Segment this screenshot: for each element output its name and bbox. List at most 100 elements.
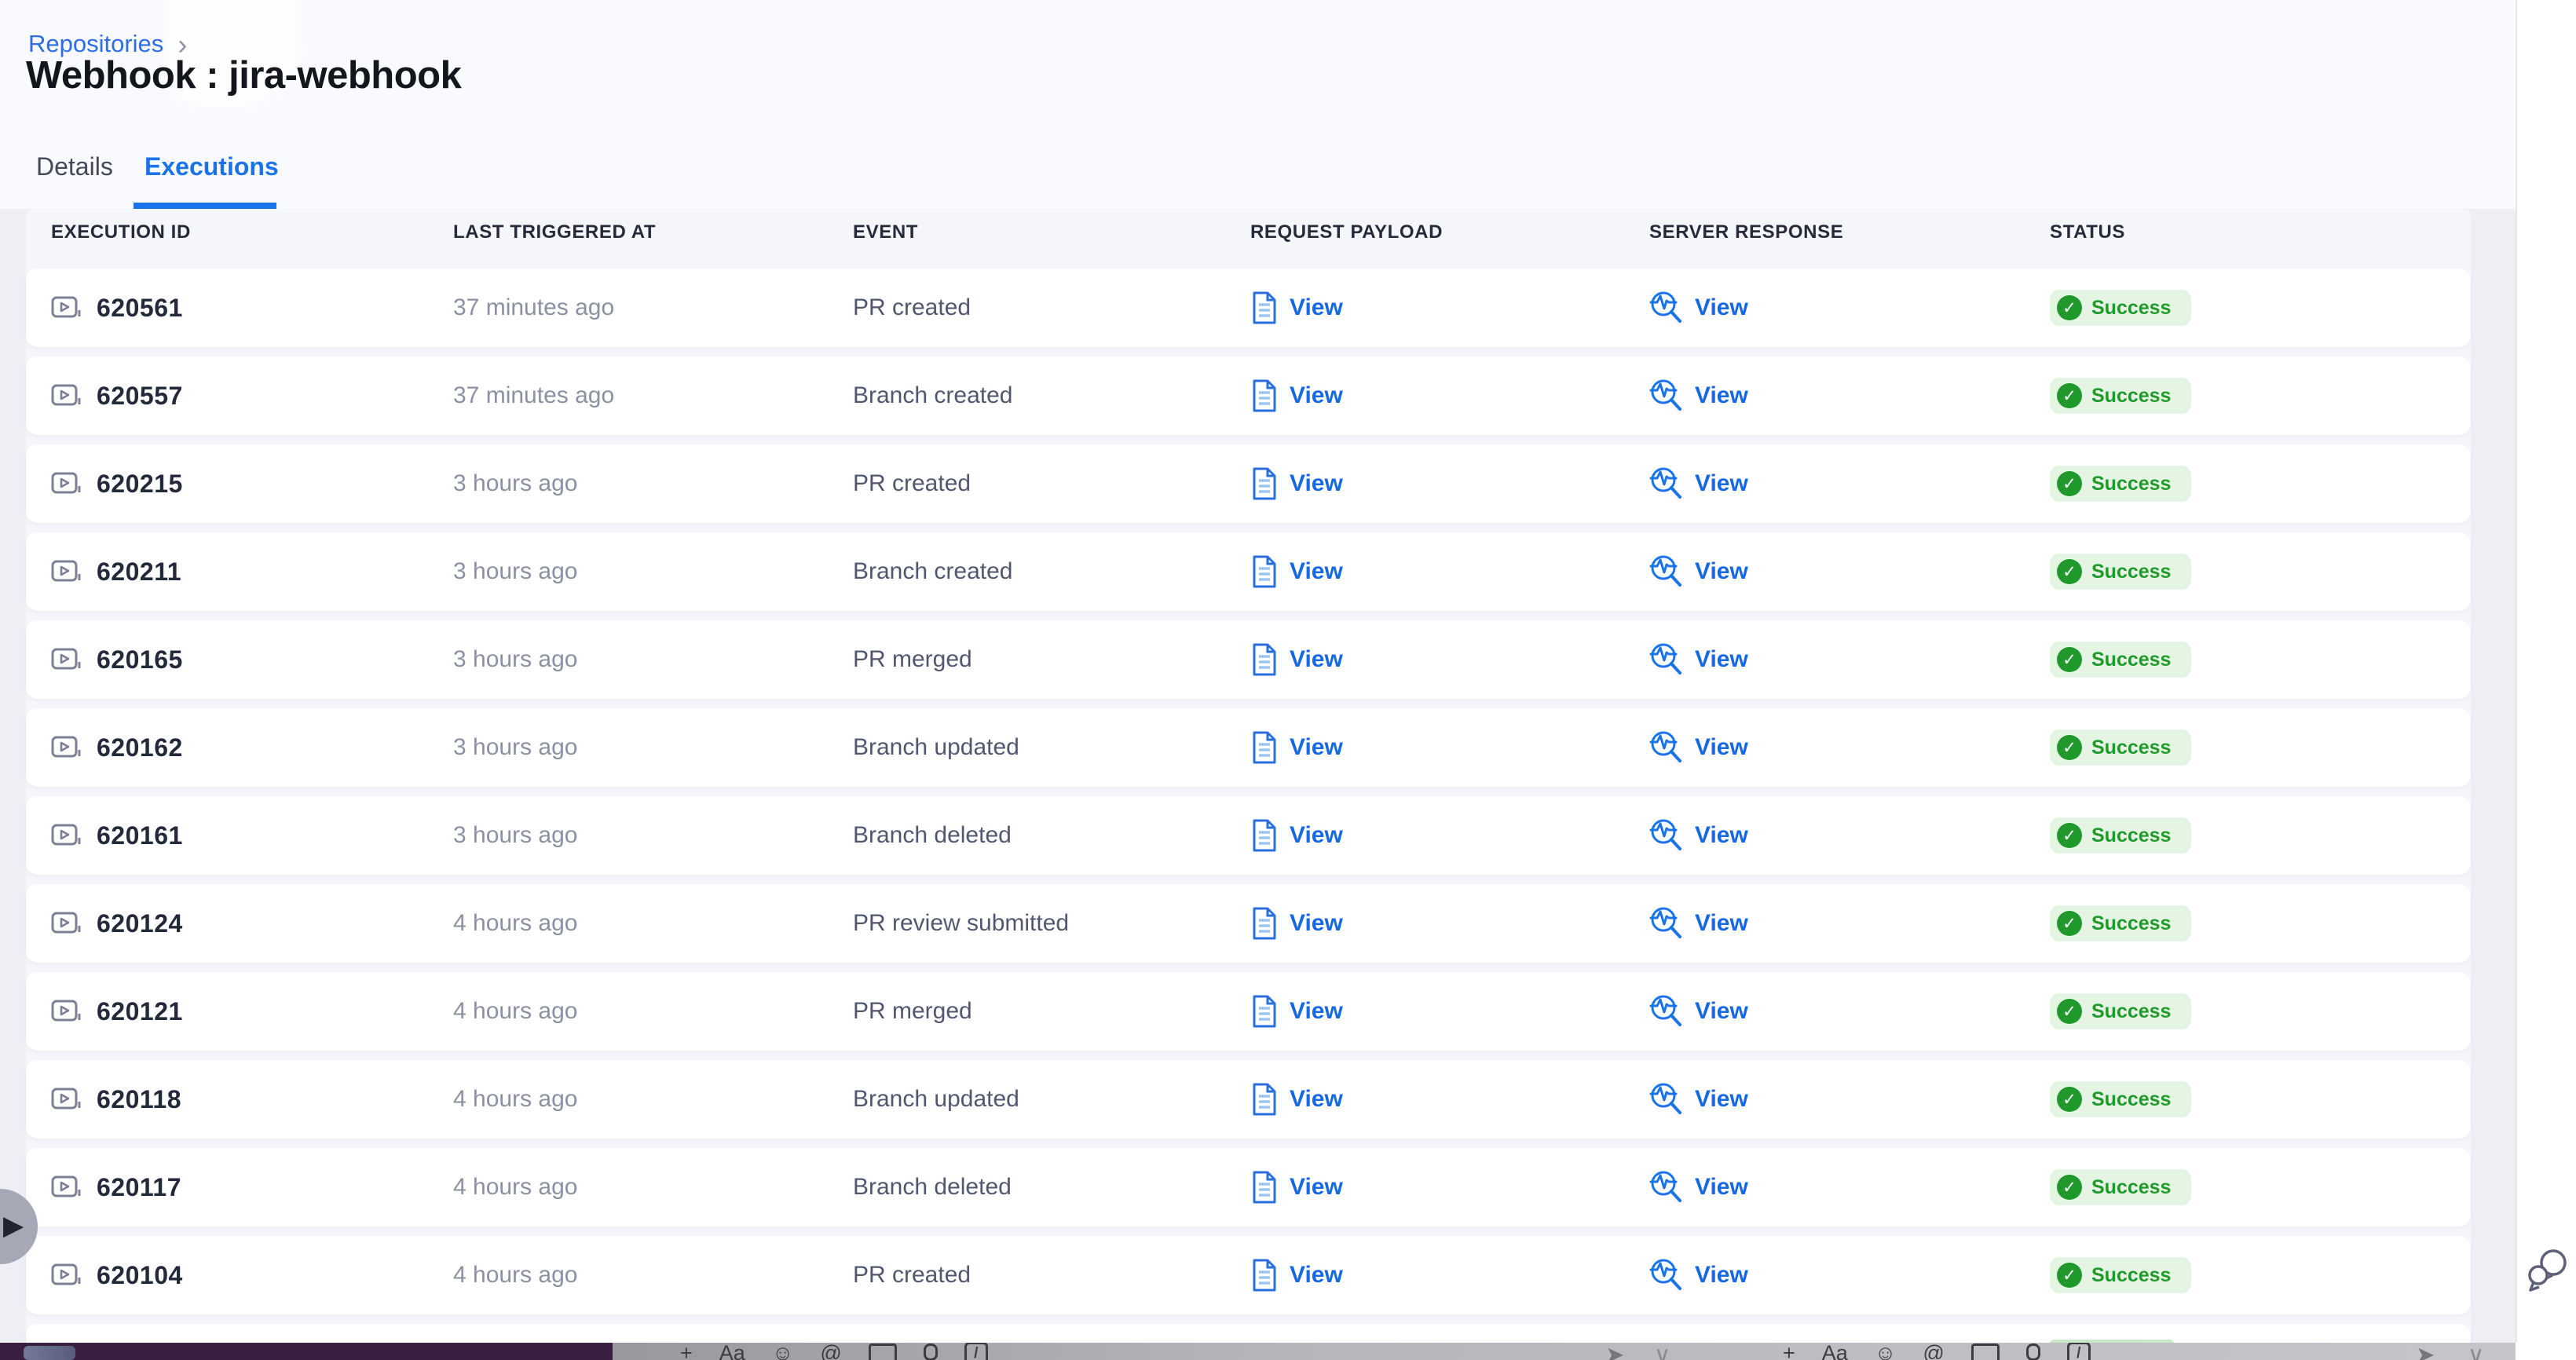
check-circle-icon: ✓ xyxy=(2057,295,2082,320)
view-label: View xyxy=(1290,910,1343,937)
inspect-response-icon xyxy=(1649,906,1684,941)
request-payload-view-link[interactable]: View xyxy=(1250,467,1343,500)
table-row: 620124 4 hours ago PR review submitted xyxy=(26,884,2471,963)
emoji-icon[interactable]: ☺ xyxy=(772,1343,794,1360)
emoji-icon[interactable]: ☺ xyxy=(1875,1343,1897,1360)
mic-icon[interactable] xyxy=(2026,1344,2040,1360)
check-circle-icon: ✓ xyxy=(2057,999,2082,1024)
request-payload-view-link[interactable]: View xyxy=(1250,1259,1343,1292)
last-triggered-cell: 4 hours ago xyxy=(453,972,577,1051)
status-label: Success xyxy=(2091,1088,2171,1111)
request-payload-cell: View xyxy=(1250,444,1343,523)
event-value: PR review submitted xyxy=(853,910,1069,937)
request-payload-view-link[interactable]: View xyxy=(1250,731,1343,764)
request-payload-view-link[interactable]: View xyxy=(1250,1083,1343,1116)
executions-table: EXECUTION ID LAST TRIGGERED AT EVENT REQ… xyxy=(26,209,2471,1360)
status-cell: ✓ Success xyxy=(2050,972,2191,1051)
mic-icon[interactable] xyxy=(924,1344,938,1360)
mention-icon[interactable]: @ xyxy=(1923,1343,1944,1360)
table-row: 620165 3 hours ago PR merged xyxy=(26,620,2471,699)
status-label: Success xyxy=(2091,1176,2171,1199)
request-payload-view-link[interactable]: View xyxy=(1250,995,1343,1028)
mention-icon[interactable]: @ xyxy=(820,1343,841,1360)
server-response-cell: View xyxy=(1649,444,1748,523)
last-triggered-cell: 3 hours ago xyxy=(453,532,577,611)
execution-icon xyxy=(51,294,82,321)
server-response-view-link[interactable]: View xyxy=(1649,730,1748,765)
request-payload-view-link[interactable]: View xyxy=(1250,907,1343,940)
execution-id-cell: 620117 xyxy=(51,1148,181,1227)
request-payload-cell: View xyxy=(1250,532,1343,611)
tab-details[interactable]: Details xyxy=(36,152,113,181)
request-payload-cell: View xyxy=(1250,356,1343,435)
active-tab-underline xyxy=(134,203,276,209)
image-icon[interactable] xyxy=(869,1344,897,1360)
status-cell: ✓ Success xyxy=(2050,1060,2191,1139)
send-icon[interactable]: ➤ xyxy=(2416,1343,2435,1360)
text-format-icon[interactable]: Aa xyxy=(1822,1343,1848,1360)
chevron-down-icon[interactable]: ∨ xyxy=(1654,1343,1670,1360)
execution-icon xyxy=(51,646,82,673)
server-response-view-link[interactable]: View xyxy=(1649,642,1748,677)
tab-executions[interactable]: Executions xyxy=(145,152,279,181)
server-response-view-link[interactable]: View xyxy=(1649,994,1748,1029)
chevron-down-icon[interactable]: ∨ xyxy=(2468,1343,2484,1360)
last-triggered-cell: 4 hours ago xyxy=(453,1060,577,1139)
execution-id-cell: 620118 xyxy=(51,1060,181,1139)
view-label: View xyxy=(1695,910,1748,937)
inspect-response-icon xyxy=(1649,994,1684,1029)
image-icon[interactable] xyxy=(1971,1344,2000,1360)
request-payload-view-link[interactable]: View xyxy=(1250,555,1343,588)
last-triggered-cell: 4 hours ago xyxy=(453,1236,577,1314)
event-value: Branch deleted xyxy=(853,822,1012,849)
request-payload-view-link[interactable]: View xyxy=(1250,291,1343,324)
rail-bottom-segment xyxy=(2516,1343,2576,1360)
execution-icon xyxy=(51,734,82,761)
server-response-view-link[interactable]: View xyxy=(1649,1170,1748,1205)
table-row: 620215 3 hours ago PR created xyxy=(26,444,2471,523)
server-response-view-link[interactable]: View xyxy=(1649,1082,1748,1117)
request-payload-view-link[interactable]: View xyxy=(1250,379,1343,412)
chat-bubbles-button[interactable] xyxy=(2527,1245,2571,1298)
send-icon[interactable]: ➤ xyxy=(1605,1343,1624,1360)
request-payload-cell: View xyxy=(1250,1148,1343,1227)
status-label: Success xyxy=(2091,1000,2171,1023)
plus-icon[interactable]: + xyxy=(680,1343,693,1360)
plus-icon[interactable]: + xyxy=(1783,1343,1795,1360)
server-response-view-link[interactable]: View xyxy=(1649,906,1748,941)
status-cell: ✓ Success xyxy=(2050,708,2191,787)
view-label: View xyxy=(1290,1174,1343,1201)
server-response-view-link[interactable]: View xyxy=(1649,291,1748,325)
server-response-view-link[interactable]: View xyxy=(1649,554,1748,589)
inspect-response-icon xyxy=(1649,291,1684,325)
status-label: Success xyxy=(2091,297,2171,320)
server-response-view-link[interactable]: View xyxy=(1649,378,1748,413)
slash-command-icon[interactable]: / xyxy=(964,1343,988,1360)
slash-command-icon[interactable]: / xyxy=(2067,1343,2091,1360)
execution-id-value: 620124 xyxy=(97,909,183,938)
last-triggered-value: 4 hours ago xyxy=(453,1086,577,1113)
view-label: View xyxy=(1290,734,1343,761)
server-response-view-link[interactable]: View xyxy=(1649,818,1748,853)
last-triggered-cell: 3 hours ago xyxy=(453,444,577,523)
request-payload-view-link[interactable]: View xyxy=(1250,1171,1343,1204)
event-cell: Branch created xyxy=(853,356,1012,435)
check-circle-icon: ✓ xyxy=(2057,911,2082,936)
execution-id-cell: 620121 xyxy=(51,972,183,1051)
text-format-icon[interactable]: Aa xyxy=(719,1343,745,1360)
server-response-view-link[interactable]: View xyxy=(1649,1258,1748,1292)
status-badge: ✓ Success xyxy=(2050,1257,2191,1293)
last-triggered-cell: 4 hours ago xyxy=(453,1148,577,1227)
document-icon xyxy=(1250,291,1279,324)
view-label: View xyxy=(1695,1086,1748,1113)
request-payload-view-link[interactable]: View xyxy=(1250,819,1343,852)
event-cell: PR created xyxy=(853,444,971,523)
event-cell: Branch deleted xyxy=(853,796,1012,875)
view-label: View xyxy=(1290,646,1343,673)
table-rows: 620561 37 minutes ago PR created xyxy=(26,269,2471,1324)
request-payload-view-link[interactable]: View xyxy=(1250,643,1343,676)
server-response-view-link[interactable]: View xyxy=(1649,466,1748,501)
server-response-cell: View xyxy=(1649,1060,1748,1139)
inspect-response-icon xyxy=(1649,554,1684,589)
execution-icon xyxy=(51,1262,82,1289)
